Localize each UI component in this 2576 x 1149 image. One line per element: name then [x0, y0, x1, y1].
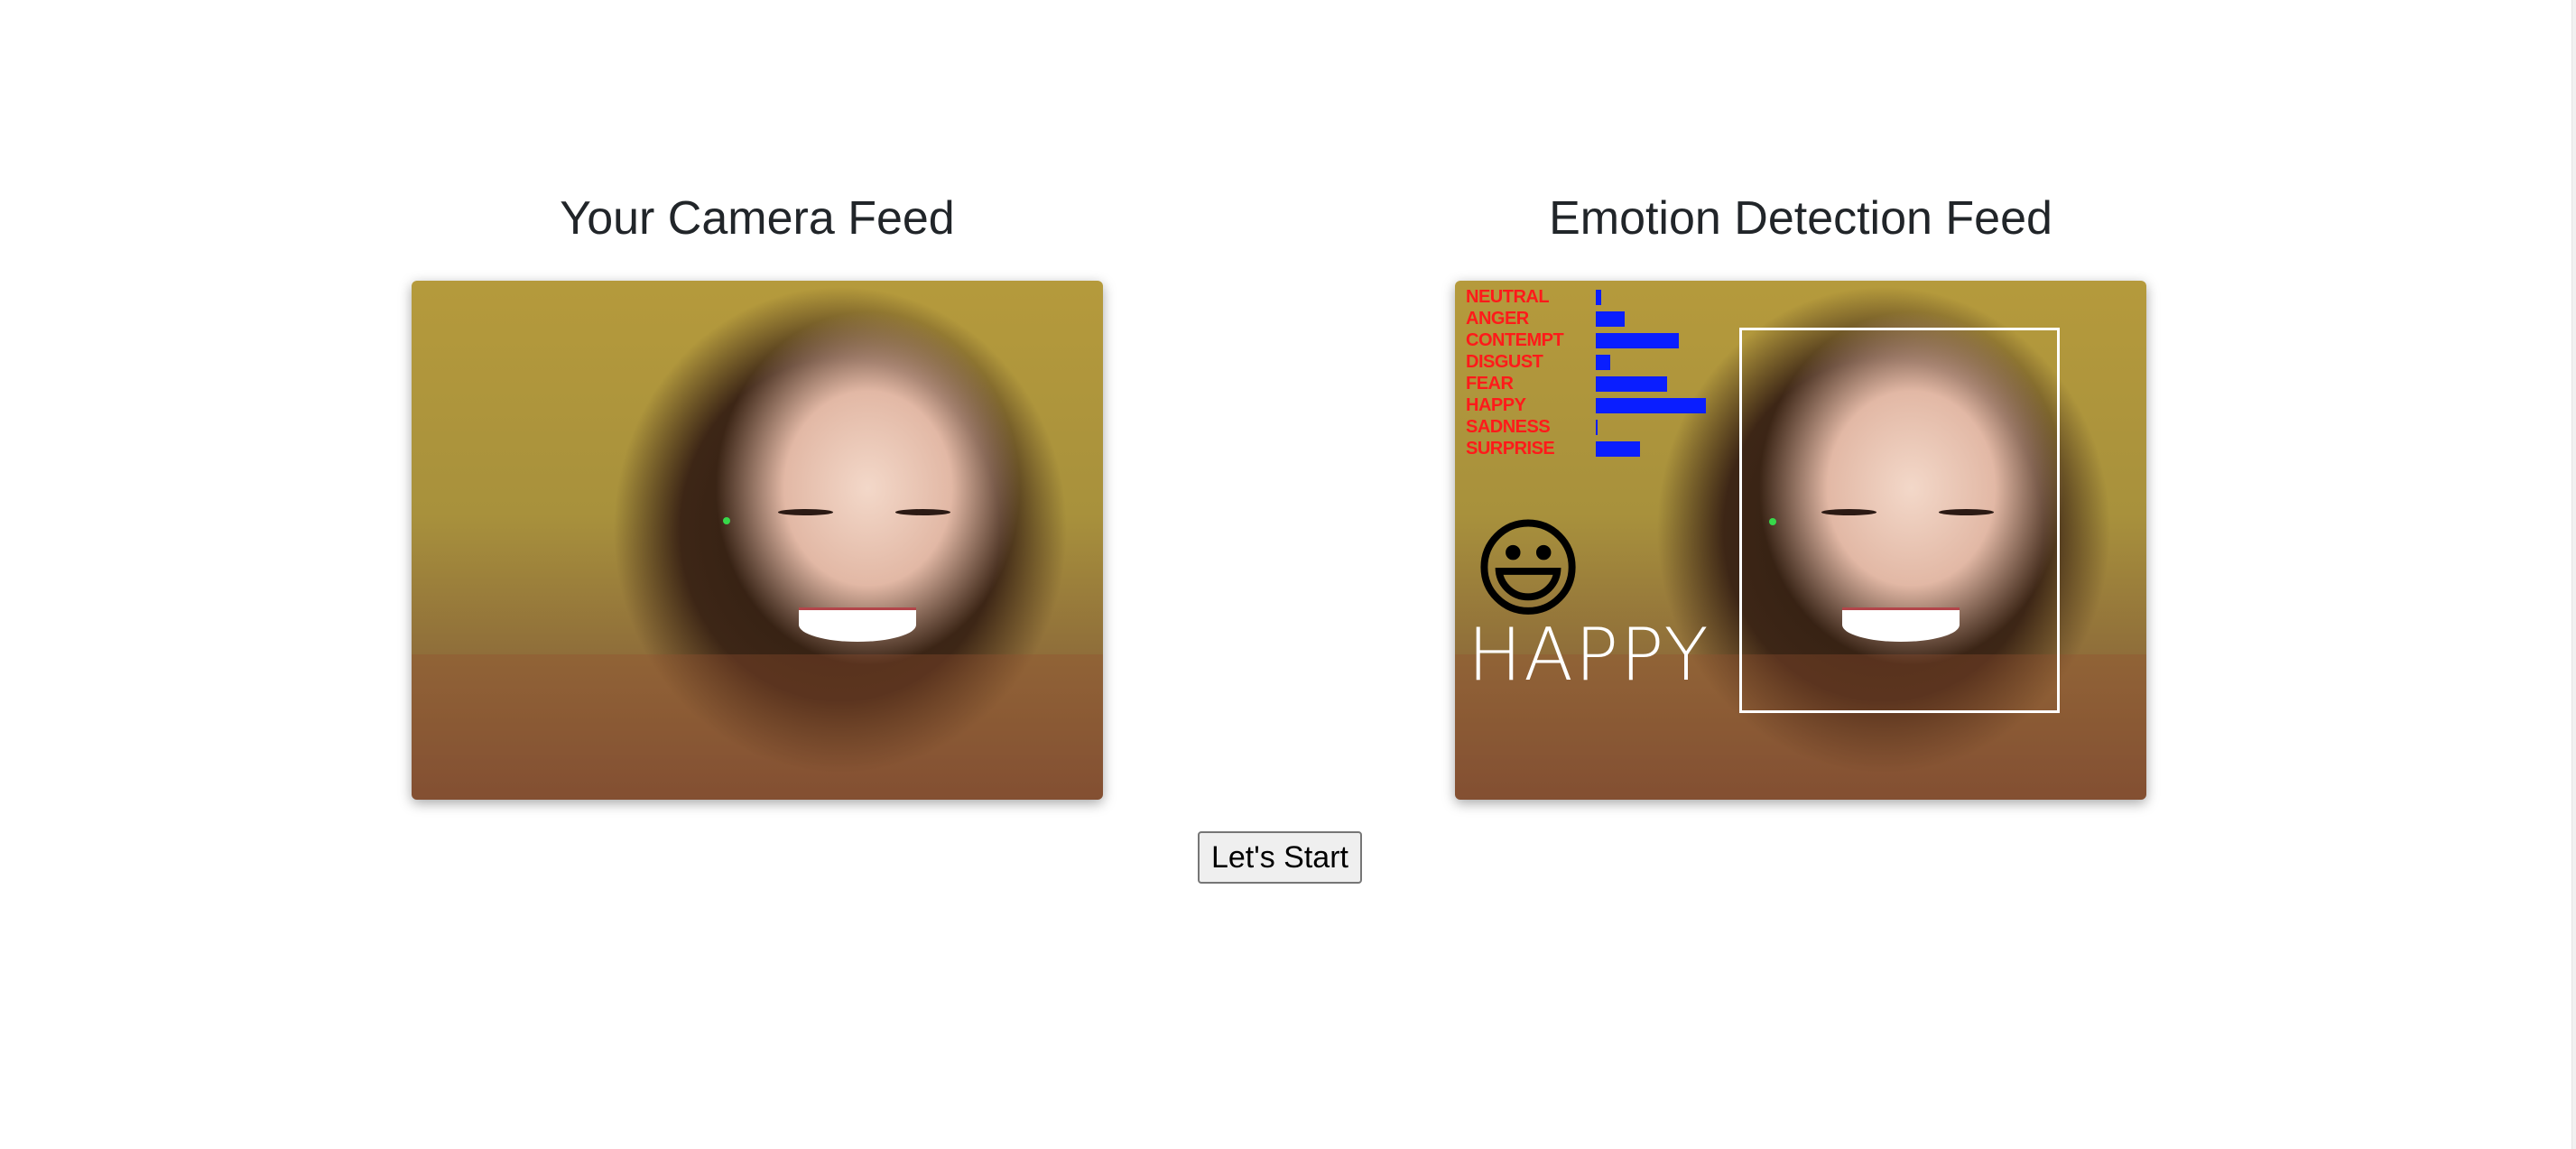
emotion-label-anger: ANGER	[1466, 309, 1529, 329]
camera-face-eye-right	[895, 509, 951, 515]
emotion-label-contempt: CONTEMPT	[1466, 330, 1564, 350]
camera-face-smile	[798, 607, 917, 642]
face-bounding-box	[1739, 328, 2060, 713]
lets-start-button[interactable]: Let's Start	[1198, 831, 1362, 884]
emotion-label-happy: HAPPY	[1466, 395, 1526, 415]
detected-emotion-label: HAPPY	[1468, 613, 1710, 697]
camera-feed-title: Your Camera Feed	[560, 192, 955, 245]
page-scrollbar[interactable]	[2571, 0, 2576, 1149]
camera-tracking-dot	[723, 517, 730, 524]
emotion-label-sadness: SADNESS	[1466, 417, 1551, 437]
emotion-feed-title: Emotion Detection Feed	[1549, 192, 2052, 245]
emotion-bar-sadness	[1596, 420, 1598, 435]
emotion-bar-contempt	[1596, 333, 1679, 348]
emotion-label-neutral: NEUTRAL	[1466, 287, 1550, 307]
emotion-bar-surprise	[1596, 441, 1640, 457]
emotion-label-fear: FEAR	[1466, 374, 1514, 394]
emotion-bar-fear	[1596, 376, 1667, 392]
emotion-label-disgust: DISGUST	[1466, 352, 1543, 372]
camera-feed-video	[412, 281, 1103, 800]
emotion-detection-video: NEUTRAL ANGER CONTEMPT DISGUST FEAR HAPPY SADN…	[1455, 281, 2146, 800]
emotion-bar-disgust	[1596, 355, 1610, 370]
camera-frame-shade	[412, 654, 1103, 800]
camera-face-eye-left	[777, 509, 834, 515]
happy-emoji-icon: 😃	[1471, 509, 1585, 630]
emotion-bar-happy	[1596, 398, 1706, 413]
emotion-bar-anger	[1596, 311, 1625, 327]
emotion-bar-neutral	[1596, 290, 1601, 305]
emotion-label-surprise: SURPRISE	[1466, 439, 1555, 459]
